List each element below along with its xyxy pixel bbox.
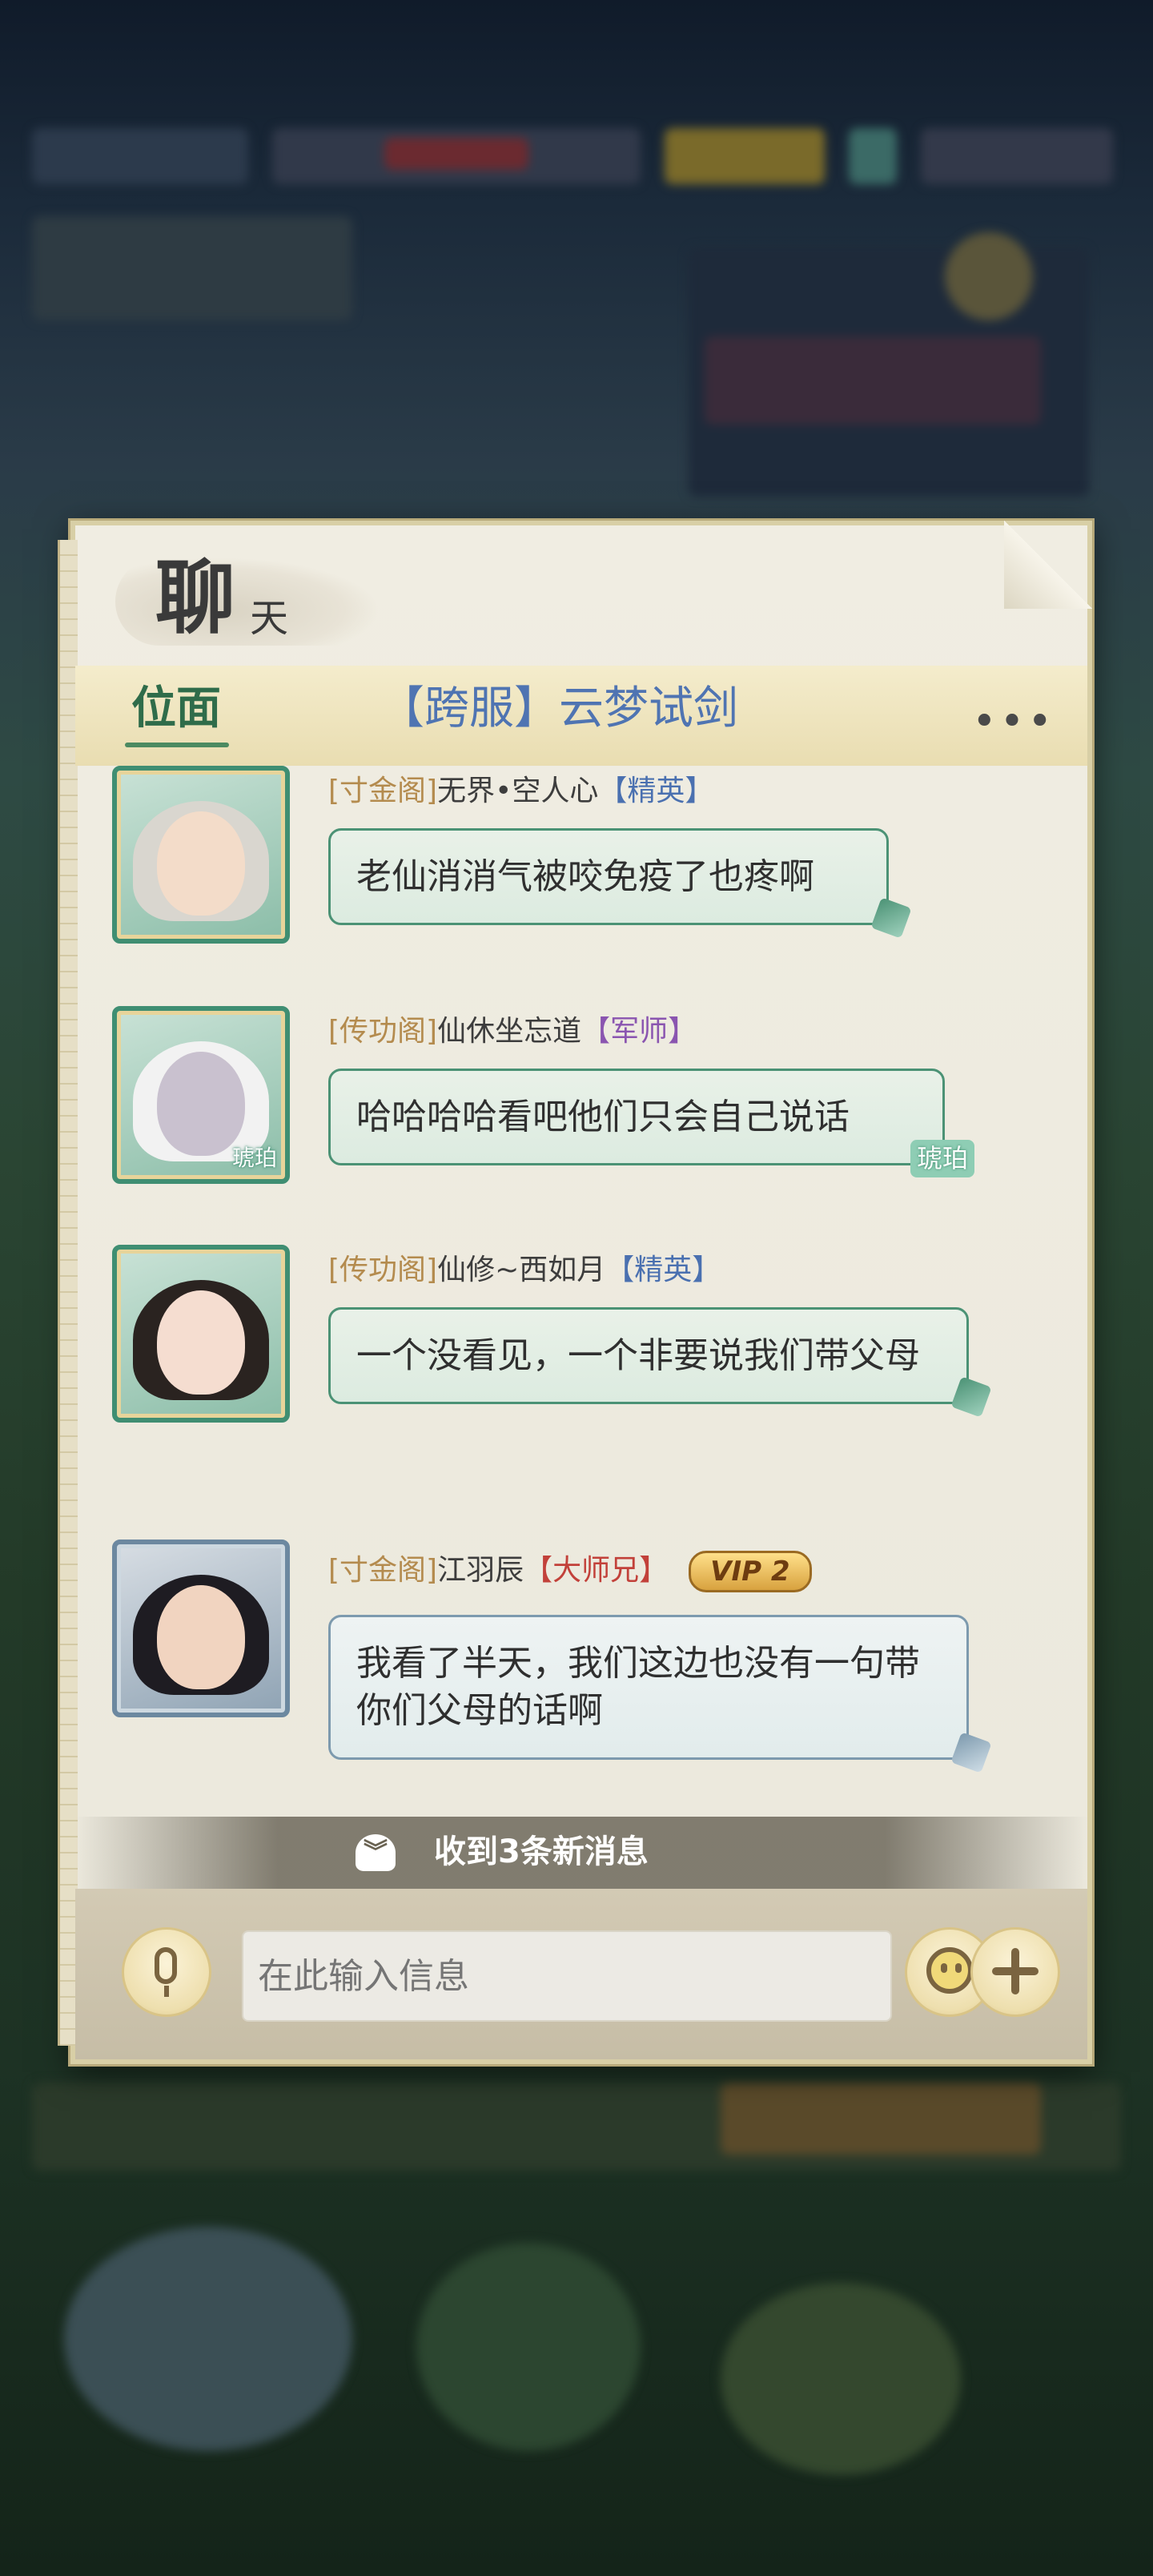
tab-cross-server[interactable]: 【跨服】云梦试剑 [380, 686, 738, 731]
message-bubble[interactable]: 老仙消消气被咬免疫了也疼啊 [328, 828, 912, 940]
chat-panel: 聊 天 位面 【跨服】云梦试剑 ••• [寸金阁]无界•空人心【精英】 老仙消消… [58, 521, 1092, 2064]
message-bubble[interactable]: 一个没看见，一个非要说我们带父母 [328, 1307, 992, 1419]
sender-line: [寸金阁]无界•空人心【精英】 [328, 777, 713, 806]
guild-label: [传功阁] [328, 1254, 438, 1286]
sender-line: [寸金阁]江羽辰【大师兄】 VIP 2 [328, 1551, 812, 1592]
new-messages-text: 收到3条新消息 [434, 1833, 649, 1870]
role-label: 【军师】 [581, 1015, 697, 1048]
more-actions-button[interactable] [970, 1927, 1060, 2017]
avatar-frame-tag: 琥珀 [231, 1145, 277, 1171]
avatar[interactable] [112, 766, 290, 944]
chat-message: [传功阁]仙修~西如月【精英】 一个没看见，一个非要说我们带父母 [75, 1245, 1087, 1509]
message-bubble[interactable]: 我看了半天，我们这边也没有一句带你们父母的话啊 [328, 1615, 992, 1773]
emoji-eye-right [955, 1963, 962, 1973]
avatar-face [157, 1290, 245, 1395]
sender-line: [传功阁]仙修~西如月【精英】 [328, 1256, 721, 1285]
sender-name[interactable]: 江羽辰 [437, 1554, 524, 1587]
chat-header: 聊 天 [75, 525, 1087, 666]
active-tab-underline [125, 743, 229, 747]
plus-icon-v [1011, 1948, 1019, 1994]
message-text: 我看了半天，我们这边也没有一句带你们父母的话啊 [356, 1643, 920, 1732]
sender-name[interactable]: 仙修~西如月 [437, 1254, 605, 1286]
new-messages-banner[interactable]: ︾ 收到3条新消息 [75, 1817, 1087, 1889]
emoji-face-icon [926, 1947, 973, 1994]
chat-message: [寸金阁]无界•空人心【精英】 老仙消消气被咬免疫了也疼啊 [75, 766, 1087, 990]
vip-badge: VIP 2 [689, 1551, 812, 1592]
chevron-down-icon: ︾ [356, 1834, 396, 1871]
bubble-frame-tag: 琥珀 [910, 1140, 974, 1178]
avatar[interactable]: 琥珀 [112, 1006, 290, 1184]
avatar[interactable] [112, 1245, 290, 1423]
guild-label: [寸金阁] [328, 1554, 438, 1587]
bubble-decoration-icon [950, 1376, 992, 1419]
more-options-icon[interactable]: ••• [972, 701, 1055, 743]
sender-name[interactable]: 无界•空人心 [437, 775, 598, 807]
role-label: 【精英】 [598, 775, 714, 807]
bubble-decoration-icon [870, 897, 912, 940]
avatar[interactable] [112, 1540, 290, 1717]
microphone-stem [164, 1986, 169, 1997]
message-text: 哈哈哈哈看吧他们只会自己说话 [356, 1097, 850, 1137]
guild-label: [传功阁] [328, 1015, 438, 1048]
message-text: 老仙消消气被咬免疫了也疼啊 [356, 856, 814, 897]
chat-message: [寸金阁]江羽辰【大师兄】 VIP 2 我看了半天，我们这边也没有一句带你们父母的… [75, 1540, 1087, 1812]
bubble-decoration-icon [950, 1732, 992, 1773]
panel-title-sub: 天 [250, 596, 289, 641]
avatar-face [157, 1584, 245, 1689]
input-bar [75, 1889, 1087, 2059]
panel-title: 聊 [155, 550, 235, 645]
role-label: 【精英】 [605, 1254, 721, 1286]
voice-input-button[interactable] [122, 1927, 211, 2017]
avatar-face [157, 1051, 245, 1156]
message-bubble[interactable]: 哈哈哈哈看吧他们只会自己说话 琥珀 [328, 1069, 974, 1178]
role-label: 【大师兄】 [524, 1554, 669, 1587]
tab-plane[interactable]: 位面 [131, 686, 221, 731]
chat-message: 琥珀 [传功阁]仙休坐忘道【军师】 哈哈哈哈看吧他们只会自己说话 琥珀 [75, 1006, 1087, 1230]
guild-label: [寸金阁] [328, 775, 438, 807]
avatar-face [157, 811, 245, 916]
sender-line: [传功阁]仙休坐忘道【军师】 [328, 1017, 697, 1046]
message-input[interactable] [242, 1930, 892, 2022]
message-text: 一个没看见，一个非要说我们带父母 [356, 1335, 920, 1376]
microphone-icon [155, 1947, 177, 1984]
sender-name[interactable]: 仙休坐忘道 [437, 1015, 581, 1048]
channel-tabs: 位面 【跨服】云梦试剑 ••• [75, 666, 1087, 766]
message-list[interactable]: [寸金阁]无界•空人心【精英】 老仙消消气被咬免疫了也疼啊 琥珀 [传功阁]仙休… [75, 766, 1087, 1951]
emoji-eye-left [941, 1963, 947, 1973]
